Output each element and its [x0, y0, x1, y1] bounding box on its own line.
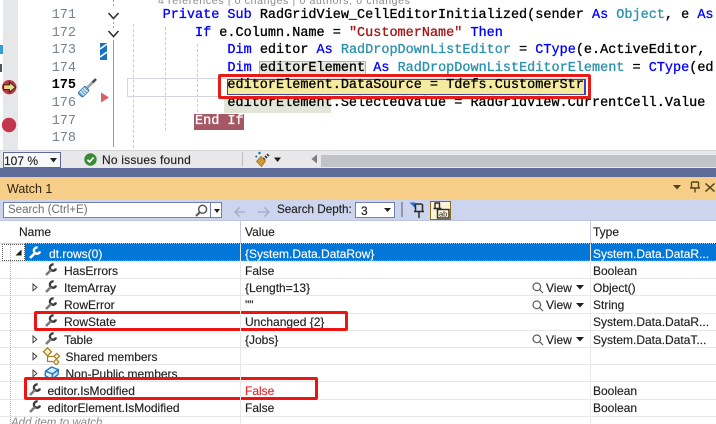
svg-text:ab: ab [439, 210, 447, 219]
